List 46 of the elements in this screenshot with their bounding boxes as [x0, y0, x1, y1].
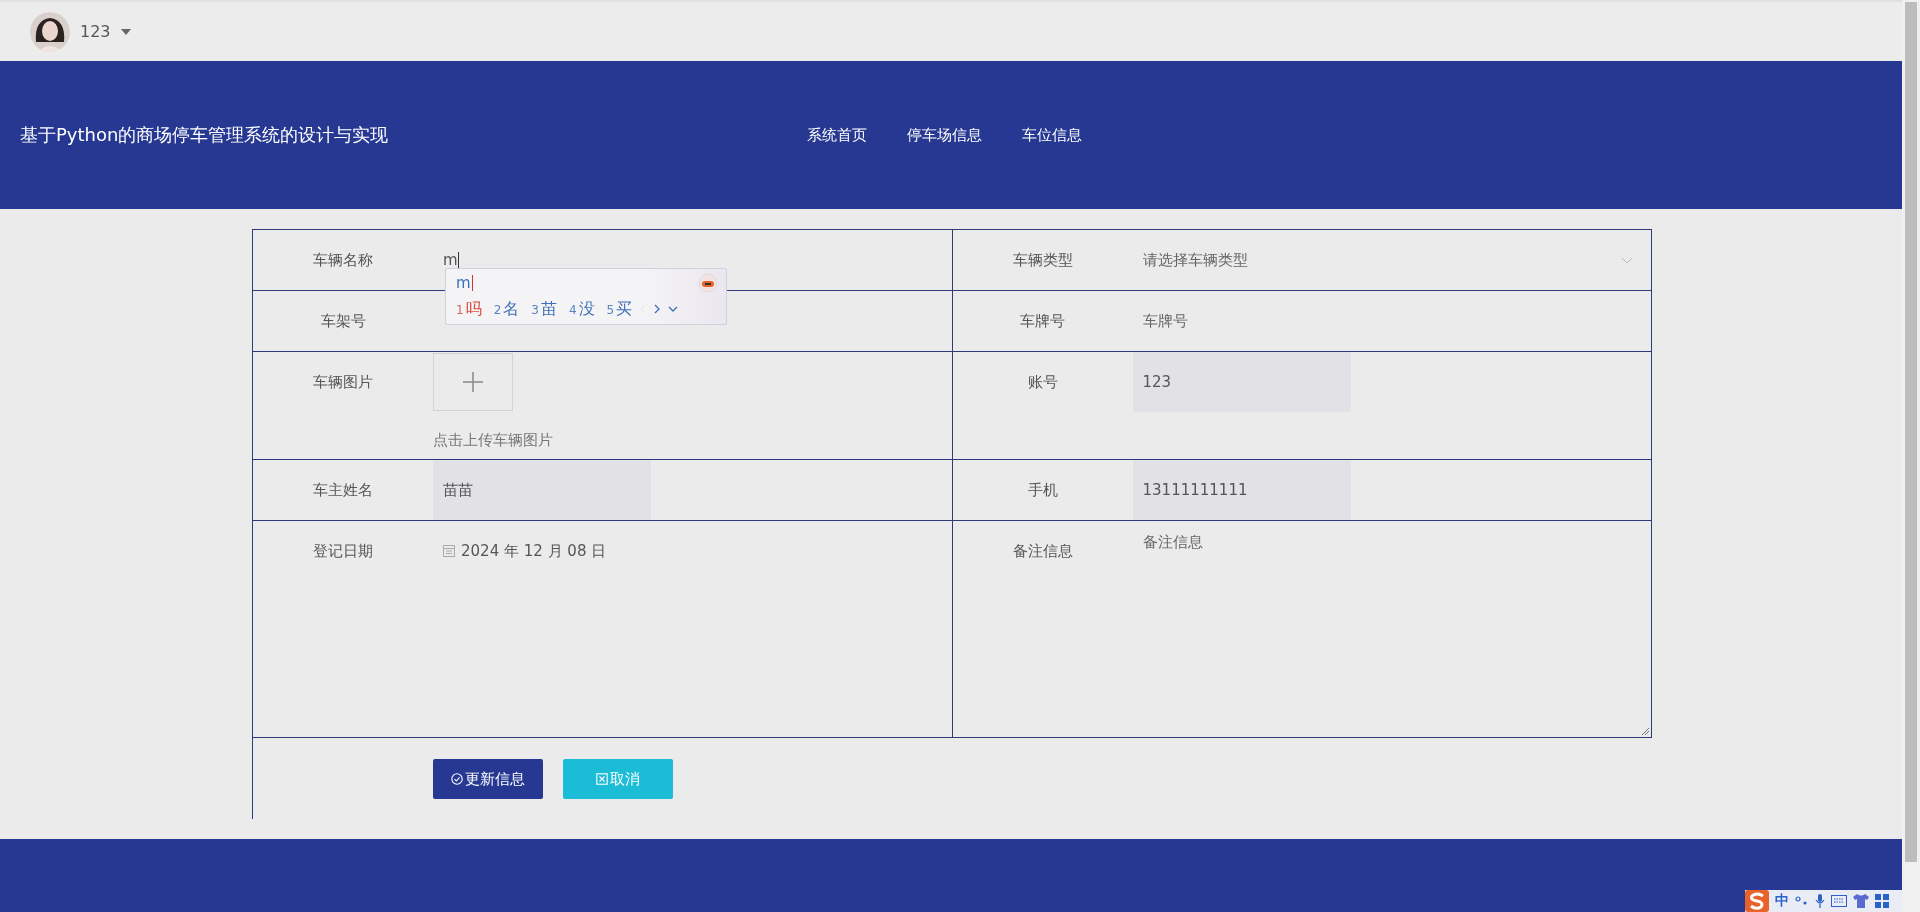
caret-icon[interactable] — [120, 28, 131, 35]
nav-link[interactable]: 系统首页 — [807, 125, 867, 145]
logo-icon[interactable] — [1745, 890, 1769, 912]
resize-handle-icon[interactable] — [1641, 727, 1649, 735]
field-label: 车牌号 — [1019, 311, 1066, 332]
ime-candidate[interactable]: 4 没 — [568, 298, 595, 320]
field-label: 车架号 — [319, 311, 367, 332]
field-label: 登记日期 — [312, 541, 374, 562]
field-label: 手机 — [1026, 480, 1059, 501]
ime-candidate[interactable]: 2名 — [493, 298, 520, 320]
upload-hint: 点击上传车辆图片 — [433, 431, 553, 450]
input-field[interactable]: 车牌号 — [1132, 291, 1651, 351]
chevron-down-icon — [1621, 256, 1633, 264]
ime-candidate[interactable]: 5 买 — [606, 298, 633, 320]
avatar[interactable] — [30, 11, 70, 52]
keyboard-icon[interactable] — [1831, 895, 1847, 907]
field-label: 车辆图片 — [312, 372, 374, 393]
shirt-icon[interactable] — [1853, 894, 1869, 908]
field-label: 账号 — [1026, 372, 1059, 393]
close-box-icon — [596, 773, 608, 785]
nav-link[interactable]: 车位信息 — [1022, 125, 1082, 145]
field-label: 车主姓名 — [312, 480, 374, 501]
date-field[interactable]: 2024 年 12 月 08 日 — [433, 521, 952, 581]
scrollbar[interactable] — [1902, 0, 1920, 912]
field-label: 车辆类型 — [1011, 250, 1074, 271]
chevron-down-icon[interactable] — [668, 306, 679, 312]
next-icon[interactable] — [654, 304, 661, 314]
ime-input-text: m — [456, 275, 473, 291]
input-mode[interactable]: 中 — [1775, 892, 1789, 910]
calendar-icon — [443, 545, 455, 557]
select-field[interactable]: 请选择车辆类型 — [1132, 230, 1651, 290]
username[interactable]: 123 — [80, 22, 111, 41]
field-label: 备注信息 — [1011, 541, 1074, 562]
punctuation-icon[interactable] — [1795, 895, 1809, 907]
ime-candidate[interactable]: 3 苗 — [531, 298, 557, 320]
nav-link[interactable]: 停车场信息 — [907, 125, 982, 145]
remarks-textarea[interactable]: 备注信息 — [1132, 521, 1651, 737]
site-title: 基于Python的商场停车管理系统的设计与实现 — [19, 123, 389, 147]
plus-icon — [462, 371, 484, 393]
mascot-icon[interactable] — [698, 273, 718, 293]
field-label: 车辆名称 — [312, 250, 374, 271]
ime-candidate[interactable]: 1 吗 — [456, 298, 482, 320]
check-circle-icon — [451, 773, 463, 785]
grid-icon[interactable] — [1875, 894, 1889, 908]
update-button[interactable]: 更新信息 — [433, 759, 543, 799]
microphone-icon[interactable] — [1815, 894, 1825, 908]
